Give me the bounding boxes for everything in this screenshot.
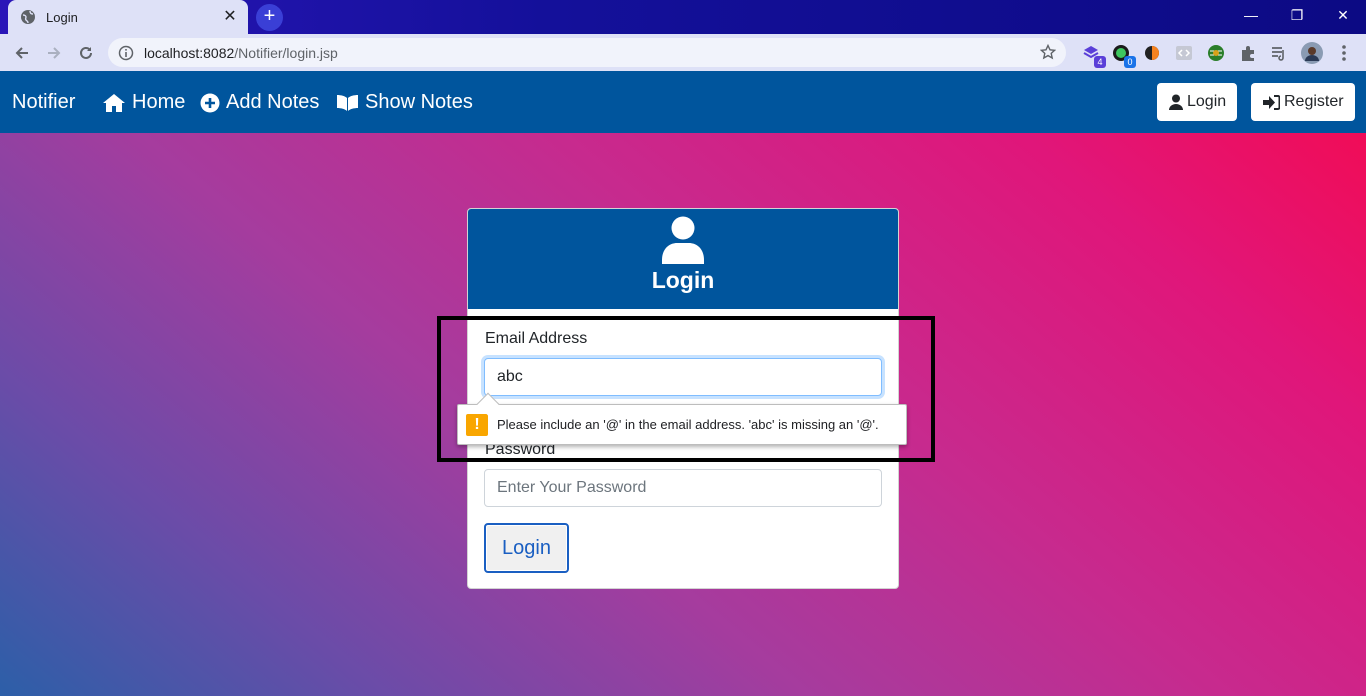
tab-title: Login [46, 9, 78, 25]
browser-titlebar: Login ✕ + — ❐ ✕ [0, 0, 1366, 34]
user-large-icon [662, 216, 704, 264]
extension-purple-icon[interactable]: 4 [1080, 42, 1106, 68]
register-nav-button[interactable]: Register [1251, 83, 1355, 121]
code-extension-icon[interactable] [1173, 42, 1195, 64]
browser-tab[interactable]: Login ✕ [8, 0, 248, 34]
back-button[interactable] [9, 40, 35, 66]
plus-circle-icon [200, 93, 220, 112]
reload-icon [80, 46, 92, 59]
globe-icon [20, 9, 36, 25]
puzzle-extensions-icon[interactable] [1237, 42, 1259, 64]
login-card: Login Email Address abc Password Enter Y… [467, 208, 899, 589]
email-input-value: abc [497, 368, 523, 385]
arrow-left-icon [15, 47, 28, 59]
top-navbar: Notifier Home Add Notes Show Notes Login… [0, 71, 1366, 133]
reload-button[interactable] [73, 40, 99, 66]
register-nav-label: Register [1284, 93, 1344, 110]
password-placeholder: Enter Your Password [497, 479, 647, 496]
email-input[interactable]: abc [484, 358, 882, 396]
tab-close-icon[interactable]: ✕ [222, 9, 238, 25]
password-input[interactable]: Enter Your Password [484, 469, 882, 507]
home-icon [103, 93, 125, 112]
page-background: Notifier Home Add Notes Show Notes Login… [0, 71, 1366, 696]
extension-badge: 4 [1094, 56, 1106, 68]
address-bar[interactable]: localhost:8082/Notifier/login.jsp [108, 38, 1066, 67]
profile-avatar[interactable] [1301, 42, 1323, 64]
globe-extension-icon[interactable] [1205, 42, 1227, 64]
url-text: localhost:8082/Notifier/login.jsp [144, 45, 338, 61]
nav-add-notes-label: Add Notes [226, 91, 320, 113]
extension-green-icon[interactable]: 0 [1110, 42, 1136, 68]
url-host: localhost:8082 [144, 44, 235, 61]
new-tab-button[interactable]: + [256, 4, 283, 31]
site-info-icon[interactable] [118, 45, 134, 61]
arrow-right-icon [48, 47, 61, 59]
email-label: Email Address [485, 330, 588, 347]
brand-link[interactable]: Notifier [12, 91, 75, 114]
nav-add-notes-link[interactable]: Add Notes [200, 91, 319, 114]
url-path: /Notifier/login.jsp [234, 44, 338, 61]
restore-button[interactable]: ❐ [1274, 0, 1320, 30]
login-card-title: Login [651, 267, 715, 293]
sign-in-icon [1263, 94, 1280, 110]
validation-message: Please include an '@' in the email addre… [497, 417, 879, 432]
user-icon [1169, 94, 1183, 110]
media-queue-icon[interactable] [1268, 42, 1290, 64]
login-nav-label: Login [1187, 93, 1227, 110]
login-submit-button[interactable]: Login [484, 523, 569, 573]
extension-orange-icon[interactable] [1141, 42, 1163, 64]
minimize-button[interactable]: — [1228, 0, 1274, 30]
login-card-header: Login [468, 209, 898, 309]
nav-show-notes-link[interactable]: Show Notes [336, 91, 473, 114]
menu-kebab-icon[interactable] [1333, 42, 1355, 64]
nav-home-label: Home [132, 91, 186, 113]
bookmark-star-icon[interactable] [1040, 44, 1056, 60]
nav-home-link[interactable]: Home [102, 91, 185, 114]
extension-badge: 0 [1124, 56, 1136, 68]
login-nav-button[interactable]: Login [1157, 83, 1238, 121]
forward-button[interactable] [41, 40, 67, 66]
warning-icon: ! [466, 413, 488, 436]
book-open-icon [337, 94, 358, 111]
browser-toolbar: localhost:8082/Notifier/login.jsp 4 0 [0, 34, 1366, 71]
validation-tooltip: ! Please include an '@' in the email add… [457, 392, 907, 445]
nav-show-notes-label: Show Notes [365, 91, 473, 113]
window-close-button[interactable]: ✕ [1320, 0, 1366, 30]
